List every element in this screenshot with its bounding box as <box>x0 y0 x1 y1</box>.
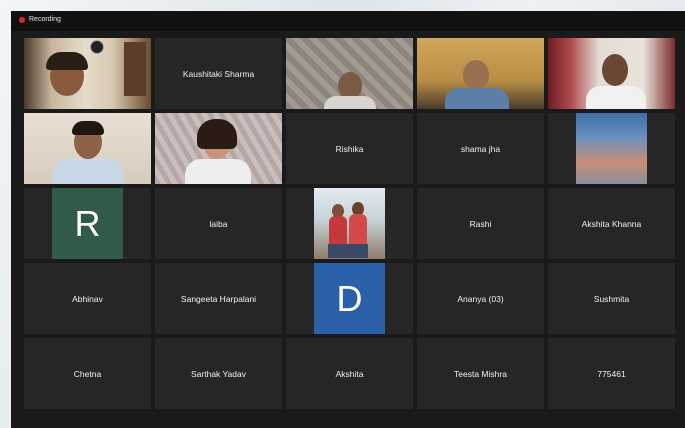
participant-tile[interactable]: Sangeeta Harpalani <box>155 263 282 334</box>
participant-tile-video-4[interactable] <box>548 38 675 109</box>
meeting-top-bar: Recording <box>11 11 685 31</box>
recording-indicator[interactable]: Recording <box>19 16 61 23</box>
participant-name: Sarthak Yadav <box>191 368 246 379</box>
participant-name: Sushmita <box>593 293 630 304</box>
participant-tile[interactable]: laiba <box>155 188 282 259</box>
participant-tile[interactable]: Sarthak Yadav <box>155 338 282 409</box>
participant-tile[interactable]: Abhinav <box>24 263 151 334</box>
participant-name: Akshita <box>335 368 364 379</box>
participant-name: Akshita Khanna <box>581 218 642 229</box>
participant-name: Rashi <box>469 218 492 229</box>
participant-tile[interactable]: D <box>286 263 413 334</box>
participant-name: laiba <box>209 218 228 229</box>
participant-tile-video-3[interactable] <box>417 38 544 109</box>
participant-tile-video-6[interactable] <box>155 113 282 184</box>
participant-tile[interactable]: R <box>24 188 151 259</box>
participant-name: Kaushitaki Sharma <box>182 68 255 79</box>
participant-tile[interactable]: shama jha <box>417 113 544 184</box>
avatar: D <box>314 263 385 334</box>
participant-tile-image[interactable] <box>548 113 675 184</box>
participant-tile[interactable]: Teesta Mishra <box>417 338 544 409</box>
participant-tile[interactable]: Ananya (03) <box>417 263 544 334</box>
participant-name: Teesta Mishra <box>454 368 507 379</box>
participant-name: 775461 <box>597 368 626 379</box>
participant-tile[interactable]: 775461 <box>548 338 675 409</box>
participant-tile[interactable]: Chetna <box>24 338 151 409</box>
participant-tile[interactable]: Kaushitaki Sharma <box>155 38 282 109</box>
recording-dot-icon <box>19 16 25 23</box>
participant-tile-video-2[interactable] <box>286 38 413 109</box>
participant-tile-video-5[interactable] <box>24 113 151 184</box>
participant-tile[interactable]: Rashi <box>417 188 544 259</box>
participant-profile-picture <box>314 188 385 259</box>
participant-tile[interactable]: Rishika <box>286 113 413 184</box>
participant-tile[interactable]: Sushmita <box>548 263 675 334</box>
participant-name: Abhinav <box>72 293 103 304</box>
participant-name: shama jha <box>460 143 501 154</box>
participant-tile-image[interactable] <box>286 188 413 259</box>
participant-name: Rishika <box>335 143 364 154</box>
participant-name: Chetna <box>73 368 102 379</box>
participant-name: Ananya (03) <box>457 293 504 304</box>
participant-tile[interactable]: Akshita Khanna <box>548 188 675 259</box>
recording-label: Recording <box>29 16 61 23</box>
participant-name: Sangeeta Harpalani <box>180 293 257 304</box>
participant-tile-video-1[interactable] <box>24 38 151 109</box>
participant-profile-picture <box>576 113 647 184</box>
participant-tile[interactable]: Akshita <box>286 338 413 409</box>
avatar: R <box>52 188 123 259</box>
meeting-window: Recording Kaushitaki Sharma Rishika sham… <box>11 11 685 428</box>
